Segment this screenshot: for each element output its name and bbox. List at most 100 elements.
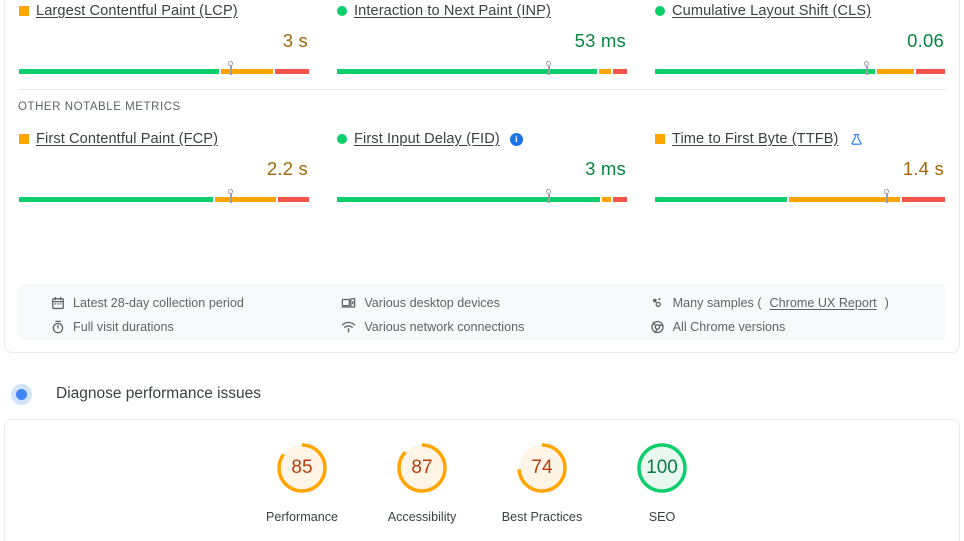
metric-distribution-bar (654, 61, 945, 75)
metric-fcp: First Contentful Paint (FCP) 2.2 s (5, 129, 323, 203)
metric-inp: Interaction to Next Paint (INP) 53 ms (323, 1, 641, 75)
flask-icon[interactable] (850, 133, 863, 146)
collection-meta-panel: Latest 28-day collection period Full visi… (18, 284, 946, 340)
bar-segment-2 (277, 197, 309, 202)
metric-header: Interaction to Next Paint (INP) (336, 1, 627, 21)
metric-value: 3 s (282, 30, 308, 51)
status-square-average-icon (19, 6, 29, 16)
metric-name-link[interactable]: Time to First Byte (TTFB) (672, 131, 839, 147)
metric-name-link[interactable]: First Contentful Paint (FCP) (36, 131, 218, 147)
meta-column-2: Various desktop devices Various network c… (327, 293, 636, 340)
metric-value-marker (544, 189, 553, 203)
metric-value-marker (226, 61, 235, 75)
meta-column-1: Latest 28-day collection period Full visi… (18, 293, 327, 340)
metric-header: First Contentful Paint (FCP) (19, 129, 309, 149)
meta-text: All Chrome versions (672, 319, 786, 334)
metric-value-marker (544, 61, 553, 75)
score-gauge-seo[interactable]: 100 SEO (602, 440, 722, 524)
gauge-score-value: 87 (411, 457, 433, 478)
status-square-average-icon (19, 134, 29, 144)
wifi-icon (341, 319, 356, 334)
bar-segment-0 (336, 69, 598, 74)
meta-row: Full visit durations (50, 317, 327, 336)
metric-value: 1.4 s (902, 158, 944, 179)
status-dot-good-icon (336, 134, 347, 144)
metric-cls: Cumulative Layout Shift (CLS) 0.06 (641, 1, 959, 75)
gauge-ring: 85 (274, 440, 330, 496)
metric-name-link[interactable]: Interaction to Next Paint (INP) (354, 3, 551, 19)
metric-distribution-bar (336, 189, 627, 203)
bar-segment-2 (612, 69, 627, 74)
gauge-score-value: 85 (291, 457, 313, 478)
status-dot-good-icon (654, 6, 665, 16)
metric-value: 2.2 s (266, 158, 308, 179)
chrome-icon (650, 319, 665, 334)
metric-distribution-bar (654, 189, 945, 203)
metric-header: Cumulative Layout Shift (CLS) (654, 1, 945, 21)
metric-header: Time to First Byte (TTFB) (654, 129, 945, 149)
gauge-label: Accessibility (387, 510, 457, 524)
meta-row: All Chrome versions (650, 317, 946, 336)
metric-name-link[interactable]: First Input Delay (FID) (354, 131, 500, 147)
score-gauge-accessibility[interactable]: 87 Accessibility (362, 440, 482, 524)
status-square-average-icon (654, 134, 665, 144)
bar-segment-0 (654, 197, 787, 202)
meta-text: Various network connections (364, 319, 525, 334)
metric-value-marker (862, 61, 871, 75)
bar-segment-0 (19, 197, 214, 202)
metric-name-link[interactable]: Largest Contentful Paint (LCP) (36, 3, 238, 19)
pagespeed-report: Largest Contentful Paint (LCP) 3 s Interac… (0, 0, 964, 541)
gauge-ring: 100 (634, 440, 690, 496)
metric-value-marker (226, 189, 235, 203)
gauge-ring: 87 (394, 440, 450, 496)
bar-segment-1 (602, 197, 611, 202)
meta-row: Latest 28-day collection period (50, 293, 327, 312)
bar-segment-2 (612, 197, 627, 202)
stopwatch-icon (50, 319, 65, 334)
samples-icon (650, 295, 665, 310)
meta-column-3: Many samples ( Chrome UX Report) All Chrom… (637, 293, 946, 340)
bar-segment-2 (274, 69, 309, 74)
category-scores: 85 Performance 87 Accessibility 74 Best Pra… (5, 440, 959, 524)
diagnose-icon (11, 383, 32, 405)
metric-distribution-bar (19, 189, 309, 203)
metric-fid: First Input Delay (FID) i 3 ms (323, 129, 641, 203)
metric-header: Largest Contentful Paint (LCP) (19, 1, 309, 21)
meta-text: Full visit durations (73, 319, 174, 334)
metric-value: 3 ms (585, 158, 626, 179)
chrome-ux-report-link[interactable]: Chrome UX Report (770, 296, 877, 310)
meta-row: Many samples ( Chrome UX Report) (650, 293, 946, 312)
metric-distribution-bar (336, 61, 627, 75)
metric-value: 53 ms (574, 30, 626, 51)
metric-lcp: Largest Contentful Paint (LCP) 3 s (5, 1, 323, 75)
other-metrics-heading: OTHER NOTABLE METRICS (18, 101, 181, 113)
other-metrics-grid: First Contentful Paint (FCP) 2.2 s First I… (5, 129, 959, 203)
info-icon[interactable]: i (509, 132, 523, 146)
score-gauge-performance[interactable]: 85 Performance (242, 440, 362, 524)
bar-segment-2 (902, 197, 945, 202)
meta-row: Various network connections (341, 317, 636, 336)
meta-text-after: ) (884, 295, 889, 310)
gauge-score-value: 100 (646, 457, 678, 478)
metric-name-link[interactable]: Cumulative Layout Shift (CLS) (672, 3, 871, 19)
bar-segment-1 (599, 69, 611, 74)
meta-text: Latest 28-day collection period (73, 295, 244, 310)
core-web-vitals-grid: Largest Contentful Paint (LCP) 3 s Interac… (5, 1, 959, 75)
bar-segment-0 (654, 69, 876, 74)
diagnose-performance-row: Diagnose performance issues (6, 380, 261, 408)
gauge-label: SEO (648, 510, 676, 524)
meta-row: Various desktop devices (341, 293, 636, 312)
bar-segment-0 (19, 69, 220, 74)
metric-value: 0.06 (907, 30, 944, 51)
score-gauge-best-practices[interactable]: 74 Best Practices (482, 440, 602, 524)
bar-segment-2 (916, 69, 945, 74)
meta-text: Various desktop devices (364, 295, 500, 310)
gauge-label: Performance (265, 510, 339, 524)
gauge-ring: 74 (514, 440, 570, 496)
bar-segment-0 (336, 197, 601, 202)
meta-text: Many samples ( (672, 295, 762, 310)
metric-header: First Input Delay (FID) i (336, 129, 627, 149)
diagnose-title: Diagnose performance issues (56, 385, 262, 402)
metric-value-marker (882, 189, 891, 203)
metric-ttfb: Time to First Byte (TTFB) 1.4 s (641, 129, 959, 203)
